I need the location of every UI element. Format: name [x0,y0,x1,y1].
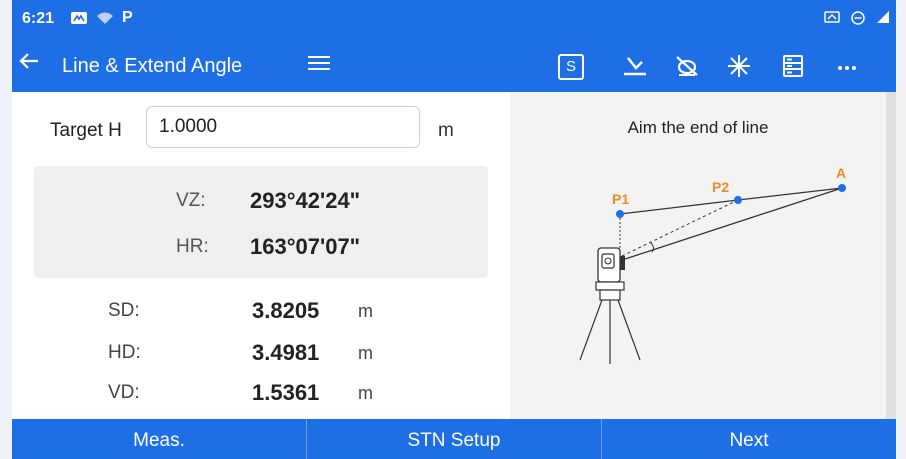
sd-value: 3.8205 [252,298,320,323]
sd-unit: m [358,301,373,321]
sight-line-a [621,187,843,261]
cell-icon [876,10,890,30]
measurement-panel: Target H 1.0000 m VZ: 293°42'24" HR: 163… [12,92,500,419]
s-box-label: S [565,58,576,75]
bottom-action-bar: Meas. STN Setup Next [12,419,896,459]
vd-value: 1.5361 [252,380,320,405]
app-bar: Line & Extend Angle S [12,40,896,92]
target-h-input[interactable]: 1.0000 [146,106,420,148]
p-app-icon: P [122,9,133,26]
back-arrow-icon[interactable] [18,50,40,79]
label-p2: P2 [712,179,729,195]
point-p2 [734,196,742,204]
label-a: A [836,165,846,181]
total-station-icon [579,247,641,364]
status-time: 6:21 [22,10,55,27]
point-a [838,184,846,192]
vz-label: VZ: [176,190,206,211]
hd-value: 3.4981 [252,340,320,365]
right-edge [896,0,906,459]
minus-circle-icon [850,10,866,30]
hd-unit: m [358,343,373,363]
hd-label: HD: [108,342,141,363]
cloud-icon [70,11,88,28]
sd-label: SD: [108,300,140,321]
vz-value: 293°42'24" [250,188,361,213]
angle-readout-box: VZ: 293°42'24" HR: 163°07'07" [34,166,488,278]
s-box-button[interactable]: S [558,54,584,80]
laser-star-icon[interactable] [726,54,752,78]
point-p1 [616,210,624,218]
meas-button[interactable]: Meas. [12,419,307,459]
hr-label: HR: [176,236,209,257]
signal-icon [824,10,840,30]
vd-unit: m [358,383,373,403]
no-laser-icon[interactable] [674,54,700,78]
status-icons-right [824,10,890,30]
page-title: Line & Extend Angle [62,55,243,77]
more-icon[interactable] [834,54,860,78]
vd-label: VD: [108,382,140,403]
menu-icon[interactable] [308,52,330,74]
status-bar: 6:21 P [12,0,896,40]
label-p1: P1 [612,191,629,207]
app-window: 6:21 P Line & Extend Angle S Target H 1.… [12,0,896,459]
line-p2-a [737,187,843,201]
prism-icon[interactable] [622,54,648,78]
line-p1-p2 [619,199,739,215]
list-icon[interactable] [780,54,806,78]
target-h-label: Target H [50,120,122,141]
target-h-unit: m [438,120,454,141]
next-button[interactable]: Next [602,419,896,459]
hr-value: 163°07'07" [250,234,361,259]
diagram-panel: Aim the end of line P1 P2 A [510,92,886,419]
line-diagram: P1 P2 A [579,165,846,364]
stn-setup-button[interactable]: STN Setup [307,419,602,459]
right-scroll-edge [886,92,896,419]
wifi-icon [96,11,114,28]
left-edge [0,0,12,459]
